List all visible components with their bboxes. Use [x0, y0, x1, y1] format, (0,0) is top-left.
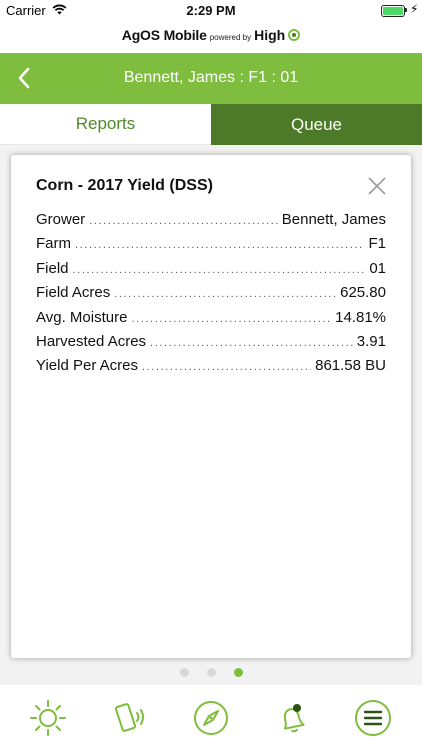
- brand-app-name: AgOS Mobile: [121, 27, 207, 43]
- detail-row-grower: Grower Bennett, James: [36, 211, 386, 235]
- menu-icon: [355, 700, 391, 736]
- nav-device-button[interactable]: [108, 696, 152, 740]
- sun-icon: [30, 700, 66, 736]
- detail-value: Bennett, James: [281, 211, 386, 228]
- detail-row-yield-per-acres: Yield Per Acres 861.58 BU: [36, 357, 386, 381]
- page-title: Bennett, James : F1 : 01: [123, 69, 299, 86]
- charging-bolt-icon: ⚡: [410, 2, 419, 16]
- detail-row-avg-moisture: Avg. Moisture 14.81%: [36, 309, 386, 333]
- dot-leader: [75, 239, 364, 251]
- detail-row-field: Field 01: [36, 260, 386, 284]
- nav-menu-button[interactable]: [351, 696, 395, 740]
- brand-company: High: [254, 27, 286, 43]
- detail-row-harvested-acres: Harvested Acres 3.91: [36, 333, 386, 357]
- tab-reports[interactable]: Reports: [0, 104, 211, 145]
- nav-notifications-button[interactable]: [270, 696, 314, 740]
- brand-logo-icon: [288, 29, 301, 41]
- phone-signal-icon: [114, 703, 144, 732]
- bottom-nav: [0, 686, 422, 750]
- detail-label: Harvested Acres: [36, 332, 147, 350]
- battery-level: [383, 7, 403, 15]
- report-card: Corn - 2017 Yield (DSS) Grower Bennett, …: [11, 155, 411, 658]
- card-title: Corn - 2017 Yield (DSS): [36, 177, 213, 194]
- nav-weather-button[interactable]: [26, 696, 70, 740]
- nav-explore-button[interactable]: [189, 696, 233, 740]
- detail-label: Yield Per Acres: [36, 357, 138, 375]
- dot-leader: [114, 288, 336, 300]
- brand-powered-by: powered by: [209, 33, 252, 42]
- detail-row-field-acres: Field Acres 625.80: [36, 284, 386, 308]
- tab-queue[interactable]: Queue: [211, 104, 422, 145]
- detail-value: 01: [369, 259, 386, 277]
- back-button[interactable]: [8, 61, 40, 95]
- dot-leader: [89, 215, 278, 227]
- status-bar: Carrier 2:29 PM ⚡: [0, 0, 422, 22]
- detail-value: 625.80: [340, 284, 386, 302]
- dot-leader: [142, 361, 311, 373]
- battery-tip: [405, 8, 407, 12]
- dot-leader: [150, 337, 353, 349]
- detail-value: 3.91: [356, 332, 386, 350]
- detail-label: Avg. Moisture: [36, 308, 128, 326]
- page-indicator: [0, 668, 422, 677]
- detail-value: F1: [368, 235, 386, 253]
- bell-notification-icon: [283, 704, 305, 733]
- page-dot[interactable]: [206, 668, 216, 677]
- detail-label: Field Acres: [36, 284, 111, 302]
- compass-icon: [194, 701, 228, 735]
- page-dot[interactable]: [179, 668, 189, 677]
- detail-value: 14.81%: [335, 308, 386, 326]
- battery-icon: [381, 5, 405, 17]
- detail-row-farm: Farm F1: [36, 235, 386, 259]
- app-header: Bennett, James : F1 : 01: [0, 53, 422, 104]
- tab-bar: Reports Queue: [0, 104, 422, 145]
- dot-leader: [131, 313, 331, 325]
- detail-value: 861.58 BU: [315, 357, 386, 375]
- close-icon[interactable]: [365, 174, 389, 198]
- dot-leader: [73, 264, 366, 276]
- detail-label: Farm: [36, 235, 71, 253]
- report-details: Grower Bennett, James Farm F1 Field 01 F…: [36, 211, 386, 382]
- brand-bar: AgOS Mobile powered by High: [0, 27, 422, 47]
- chevron-left-icon: [18, 67, 30, 89]
- clock: 2:29 PM: [186, 3, 236, 18]
- page-dot[interactable]: [233, 668, 243, 677]
- detail-label: Grower: [36, 211, 86, 228]
- detail-label: Field: [36, 259, 69, 277]
